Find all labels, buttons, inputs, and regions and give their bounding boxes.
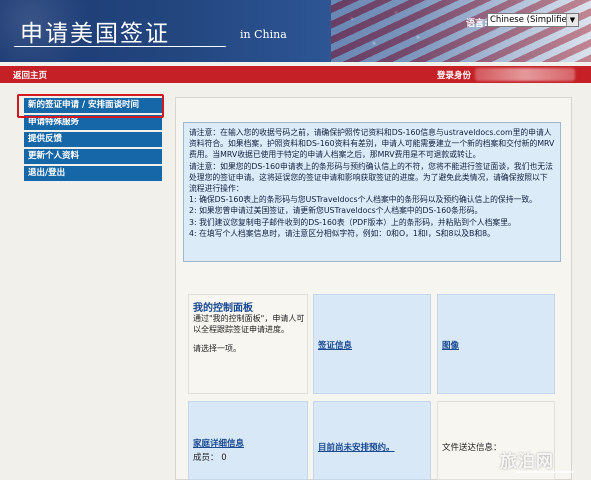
document-delivery-label: 文件送达信息： bbox=[442, 443, 502, 453]
notice-step-4: 4: 在填写个人档案信息时，请注意区分相似字符，例如：0和O，1和I，S和8以及… bbox=[189, 228, 495, 238]
top-nav-bar: 返回主页 登录身份 bbox=[0, 66, 591, 83]
notice-step-1: 1: 确保DS-160表上的条形码与您USTraveldocs个人档案中的条形码… bbox=[189, 195, 537, 205]
notice-step-3: 3: 我们建议您复制电子邮件收到的DS-160表（PDF版本）上的条形码，并粘贴… bbox=[189, 217, 516, 227]
site-title: 申请美国签证 bbox=[20, 21, 170, 47]
language-selected-value: Chinese (Simplified) bbox=[490, 15, 576, 25]
language-label: 语言: bbox=[466, 19, 488, 29]
unscheduled-appointment-link[interactable]: 目前尚未安排预约。 bbox=[318, 441, 395, 453]
dashboard-choose-prompt: 请选择一项。 bbox=[193, 344, 241, 353]
chevron-down-icon[interactable]: ▼ bbox=[566, 14, 578, 26]
redacted-user-id bbox=[475, 68, 575, 81]
header-banner: 申请美国签证 in China 语言: Chinese (Simplified)… bbox=[0, 0, 591, 62]
images-link[interactable]: 图像 bbox=[442, 339, 459, 351]
home-link[interactable]: 返回主页 bbox=[13, 69, 47, 81]
notice-box: 请注意：在输入您的收据号码之前，请确保护照传记资料和DS-160信息与ustra… bbox=[183, 122, 561, 262]
highlight-box bbox=[17, 94, 164, 118]
dashboard-description: 通过"我的控制面板"，申请人可以全程跟踪签证申请进度。 bbox=[193, 314, 305, 334]
visa-info-link[interactable]: 签证信息 bbox=[318, 339, 352, 351]
language-select[interactable]: Chinese (Simplified) ▼ bbox=[487, 13, 579, 27]
country-suffix: in China bbox=[240, 28, 287, 41]
watermark-underline bbox=[516, 471, 574, 473]
flag-graphic bbox=[331, 0, 591, 62]
login-identity-label: 登录身份 bbox=[437, 71, 472, 81]
members-count: 成员： 0 bbox=[193, 453, 227, 463]
watermark-logo: 旅泊网 bbox=[500, 452, 554, 472]
dashboard-title: 我的控制面板 bbox=[193, 303, 253, 314]
sidebar-item-logout[interactable]: 退出/登出 bbox=[24, 166, 162, 181]
sidebar-item-update-profile[interactable]: 更新个人资料 bbox=[24, 149, 162, 164]
notice-step-2: 2: 如果您曾申请过美国签证，请更新您USTraveldocs个人档案中的DS-… bbox=[189, 206, 483, 216]
title-underline bbox=[14, 46, 226, 47]
notice-paragraph-1: 请注意：在输入您的收据号码之前，请确保护照传记资料和DS-160信息与ustra… bbox=[189, 128, 555, 160]
notice-paragraph-2: 请注意：如果您的DS-160申请表上的条形码与预约确认信上的不符，您将不能进行签… bbox=[189, 161, 553, 194]
sidebar-item-feedback[interactable]: 提供反馈 bbox=[24, 132, 162, 147]
family-details-link[interactable]: 家庭详细信息 bbox=[193, 437, 244, 449]
